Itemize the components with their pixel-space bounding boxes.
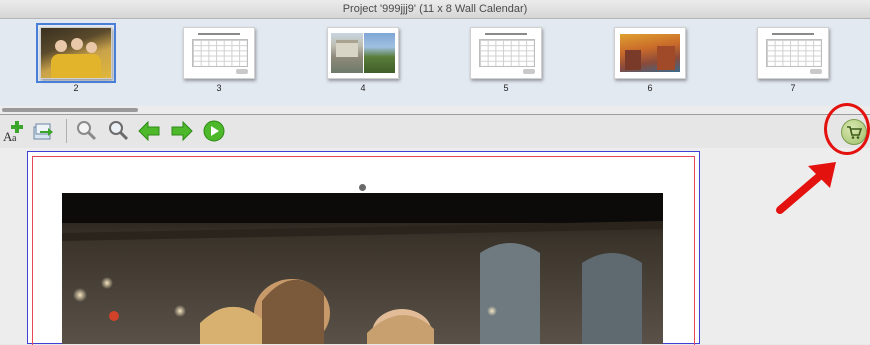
- arrow-left-icon: [138, 120, 160, 142]
- next-page-button[interactable]: [170, 119, 194, 143]
- cart-highlight-circle: [824, 103, 870, 155]
- play-icon: [203, 120, 225, 142]
- page-number: 2: [73, 83, 79, 93]
- page-thumbnail[interactable]: 5: [468, 27, 544, 93]
- toolbar-separator: [66, 119, 67, 143]
- page-thumbnail[interactable]: 3: [181, 27, 257, 93]
- preview-button[interactable]: [202, 119, 226, 143]
- thumbnail-image: [327, 27, 399, 79]
- add-text-icon: A a: [3, 121, 23, 143]
- window-title: Project '999jjj9' (11 x 8 Wall Calendar): [342, 3, 528, 15]
- thumbnail-image: [614, 27, 686, 79]
- previous-page-button[interactable]: [137, 119, 161, 143]
- thumbnail-image: [470, 27, 542, 79]
- zoom-in-button[interactable]: [106, 119, 130, 143]
- family-photo-image: [62, 193, 663, 344]
- editor-toolbar: A a: [0, 114, 870, 149]
- page-number: 6: [647, 83, 653, 93]
- thumbnail-scrollbar[interactable]: [0, 106, 870, 114]
- zoom-out-button[interactable]: [74, 119, 98, 143]
- window-title-bar: Project '999jjj9' (11 x 8 Wall Calendar): [0, 0, 870, 19]
- svg-text:a: a: [12, 133, 17, 143]
- page-thumbnail[interactable]: 4: [325, 27, 401, 93]
- page-number: 7: [790, 83, 796, 93]
- import-photos-icon: [33, 123, 53, 140]
- thumbnail-image: [183, 27, 255, 79]
- thumbnail-image: [36, 23, 116, 83]
- zoom-in-icon: [109, 121, 129, 141]
- zoom-out-icon: [77, 121, 97, 141]
- annotation-arrow-icon: [776, 162, 836, 214]
- page-thumbnail[interactable]: 6: [612, 27, 688, 93]
- thumbnail-image: [757, 27, 829, 79]
- add-text-button[interactable]: A a: [2, 119, 26, 143]
- rotate-handle[interactable]: [359, 184, 366, 191]
- page-thumbnail[interactable]: 2: [36, 23, 116, 93]
- page-thumbnail-strip: 2 3 4 5 6 7: [0, 19, 870, 106]
- page-photo[interactable]: [62, 193, 663, 344]
- scrollbar-thumb[interactable]: [2, 108, 138, 112]
- page-number: 4: [360, 83, 366, 93]
- page-thumbnail[interactable]: 7: [755, 27, 831, 93]
- page-number: 3: [216, 83, 222, 93]
- page-number: 5: [503, 83, 509, 93]
- arrow-right-icon: [171, 120, 193, 142]
- import-photos-button[interactable]: [31, 119, 55, 143]
